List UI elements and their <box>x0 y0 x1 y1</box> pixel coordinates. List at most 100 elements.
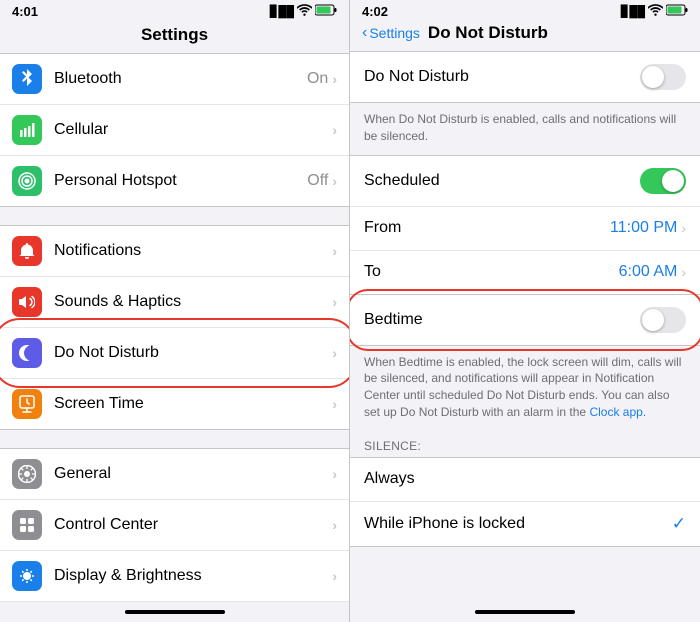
notifications-chevron: › <box>332 243 337 259</box>
alerts-group: Notifications › Sounds & Haptics › <box>0 225 349 430</box>
silence-locked-label: While iPhone is locked <box>364 515 672 533</box>
display-label: Display & Brightness <box>54 567 332 585</box>
to-label: To <box>364 263 619 281</box>
settings-list[interactable]: Bluetooth On › Cellular › <box>0 53 349 602</box>
bedtime-label: Bedtime <box>364 311 640 329</box>
scheduled-toggle-row[interactable]: Scheduled <box>350 156 700 207</box>
bluetooth-label: Bluetooth <box>54 70 307 88</box>
dnd-toggle[interactable] <box>640 64 686 90</box>
bedtime-description: When Bedtime is enabled, the lock screen… <box>350 346 700 431</box>
silence-group: Always While iPhone is locked ✓ <box>350 457 700 547</box>
sounds-icon <box>12 287 42 317</box>
hotspot-row[interactable]: Personal Hotspot Off › <box>0 156 349 206</box>
clock-app-link[interactable]: Clock app. <box>589 405 646 419</box>
silence-section-header: SILENCE: <box>350 431 700 457</box>
status-bar-right: 4:02 ▊██ <box>350 0 700 21</box>
status-bar-left: 4:01 ▊██ <box>0 0 349 21</box>
from-label: From <box>364 219 610 237</box>
cellular-row[interactable]: Cellular › <box>0 105 349 156</box>
back-chevron-icon: ‹ <box>362 24 367 42</box>
display-icon <box>12 561 42 591</box>
scheduled-toggle[interactable] <box>640 168 686 194</box>
bluetooth-row[interactable]: Bluetooth On › <box>0 54 349 105</box>
signal-icon-left: ▊██ <box>270 5 294 18</box>
wifi-icon-left <box>297 4 312 19</box>
cellular-label: Cellular <box>54 121 332 139</box>
dnd-toggle-group: Do Not Disturb <box>350 51 700 103</box>
general-icon <box>12 459 42 489</box>
bedtime-row[interactable]: Bedtime <box>350 295 700 345</box>
scheduled-label: Scheduled <box>364 172 640 190</box>
screentime-icon <box>12 389 42 419</box>
sounds-chevron: › <box>332 294 337 310</box>
dnd-label: Do Not Disturb <box>54 344 332 362</box>
bedtime-toggle[interactable] <box>640 307 686 333</box>
status-icons-left: ▊██ <box>270 4 337 19</box>
dnd-nav-header: ‹ Settings Do Not Disturb <box>350 21 700 51</box>
silence-always-row[interactable]: Always <box>350 458 700 502</box>
controlcenter-label: Control Center <box>54 516 332 534</box>
hotspot-icon <box>12 166 42 196</box>
notifications-row[interactable]: Notifications › <box>0 226 349 277</box>
sounds-row[interactable]: Sounds & Haptics › <box>0 277 349 328</box>
dnd-content: Do Not Disturb When Do Not Disturb is en… <box>350 51 700 602</box>
checkmark-icon: ✓ <box>672 514 686 534</box>
controlcenter-chevron: › <box>332 517 337 533</box>
from-chevron-icon: › <box>681 220 686 236</box>
connectivity-group: Bluetooth On › Cellular › <box>0 53 349 207</box>
screentime-chevron: › <box>332 396 337 412</box>
display-chevron: › <box>332 568 337 584</box>
to-row[interactable]: To 6:00 AM › <box>350 251 700 295</box>
silence-always-label: Always <box>364 470 686 488</box>
back-label: Settings <box>369 25 420 41</box>
dnd-toggle-thumb <box>642 66 664 88</box>
scheduled-toggle-thumb <box>662 170 684 192</box>
sounds-label: Sounds & Haptics <box>54 293 332 311</box>
scheduled-group: Scheduled From 11:00 PM › To 6:00 AM › <box>350 155 700 346</box>
notifications-label: Notifications <box>54 242 332 260</box>
battery-icon-left <box>315 4 337 19</box>
bottom-bar-right <box>350 602 700 622</box>
battery-icon-right <box>666 4 688 19</box>
bedtime-toggle-thumb <box>642 309 664 331</box>
hotspot-chevron: › <box>332 173 337 189</box>
status-icons-right: ▊██ <box>621 4 688 19</box>
hotspot-value: Off <box>307 172 328 190</box>
to-value: 6:00 AM <box>619 263 678 281</box>
dnd-toggle-row[interactable]: Do Not Disturb <box>350 52 700 102</box>
back-button[interactable]: ‹ Settings <box>362 24 420 42</box>
dnd-page-title: Do Not Disturb <box>428 23 548 43</box>
display-row[interactable]: Display & Brightness › <box>0 551 349 602</box>
general-row[interactable]: General › <box>0 449 349 500</box>
controlcenter-row[interactable]: Control Center › <box>0 500 349 551</box>
right-panel: 4:02 ▊██ ‹ Settings Do Not Disturb <box>350 0 700 622</box>
general-chevron: › <box>332 466 337 482</box>
cellular-chevron: › <box>332 122 337 138</box>
time-left: 4:01 <box>12 4 38 19</box>
bluetooth-icon <box>12 64 42 94</box>
left-panel: 4:01 ▊██ Settings <box>0 0 350 622</box>
dnd-description: When Do Not Disturb is enabled, calls an… <box>350 103 700 155</box>
bedtime-row-wrapper: Bedtime <box>350 295 700 345</box>
time-right: 4:02 <box>362 4 388 19</box>
from-row[interactable]: From 11:00 PM › <box>350 207 700 251</box>
home-indicator-right <box>475 610 575 614</box>
home-indicator-left <box>125 610 225 614</box>
controlcenter-icon <box>12 510 42 540</box>
dnd-row[interactable]: Do Not Disturb › <box>0 328 349 379</box>
from-value: 11:00 PM <box>610 219 677 237</box>
dnd-icon <box>12 338 42 368</box>
notifications-icon <box>12 236 42 266</box>
screentime-row[interactable]: Screen Time › <box>0 379 349 429</box>
screentime-label: Screen Time <box>54 395 332 413</box>
bluetooth-chevron: › <box>332 71 337 87</box>
wifi-icon-right <box>648 4 663 19</box>
settings-header: Settings <box>0 21 349 53</box>
cellular-icon <box>12 115 42 145</box>
general-label: General <box>54 465 332 483</box>
bluetooth-value: On <box>307 70 328 88</box>
dnd-toggle-label: Do Not Disturb <box>364 68 640 86</box>
to-chevron-icon: › <box>681 264 686 280</box>
system-group: General › Control Center › <box>0 448 349 602</box>
silence-locked-row[interactable]: While iPhone is locked ✓ <box>350 502 700 546</box>
